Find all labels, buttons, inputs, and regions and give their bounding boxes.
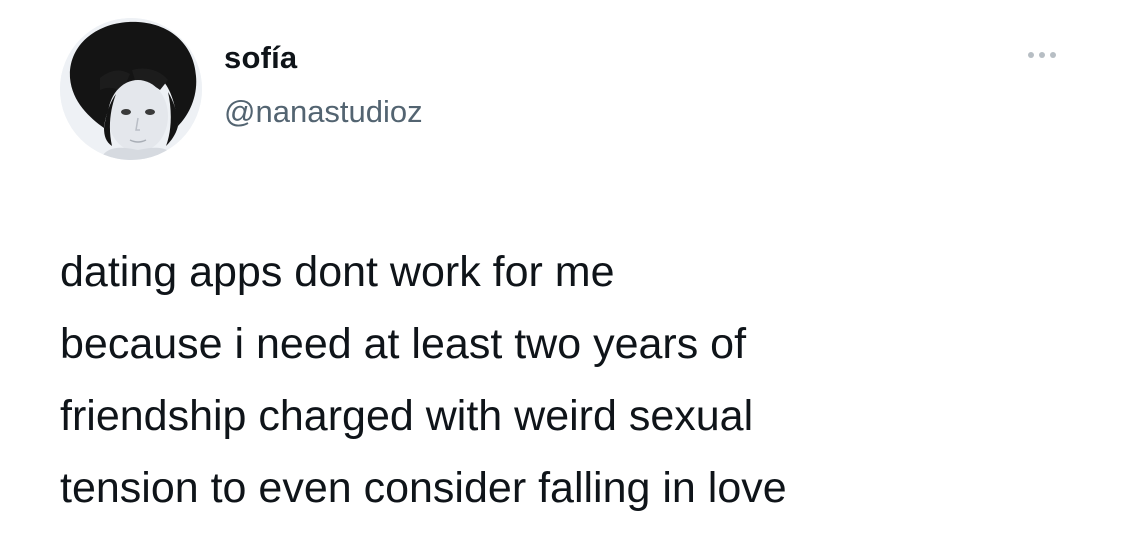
tweet-text-line: tension to even consider falling in love (60, 464, 787, 512)
more-dot (1050, 52, 1056, 58)
more-options-button[interactable] (1020, 40, 1064, 70)
avatar[interactable] (60, 18, 202, 160)
tweet-text-line: friendship charged with weird sexual (60, 392, 754, 440)
tweet-text-line: because i need at least two years of (60, 320, 747, 368)
user-handle[interactable]: @nanastudioz (224, 96, 423, 127)
tweet-text-line: dating apps dont work for me (60, 248, 615, 296)
avatar-image (60, 18, 202, 160)
display-name[interactable]: sofía (224, 42, 297, 73)
more-horizontal-icon (1028, 52, 1056, 58)
more-dot (1039, 52, 1045, 58)
more-dot (1028, 52, 1034, 58)
tweet-text: dating apps dont work for me because i n… (60, 236, 1100, 524)
tweet-card: sofía @nanastudioz dating apps dont work… (0, 0, 1124, 541)
